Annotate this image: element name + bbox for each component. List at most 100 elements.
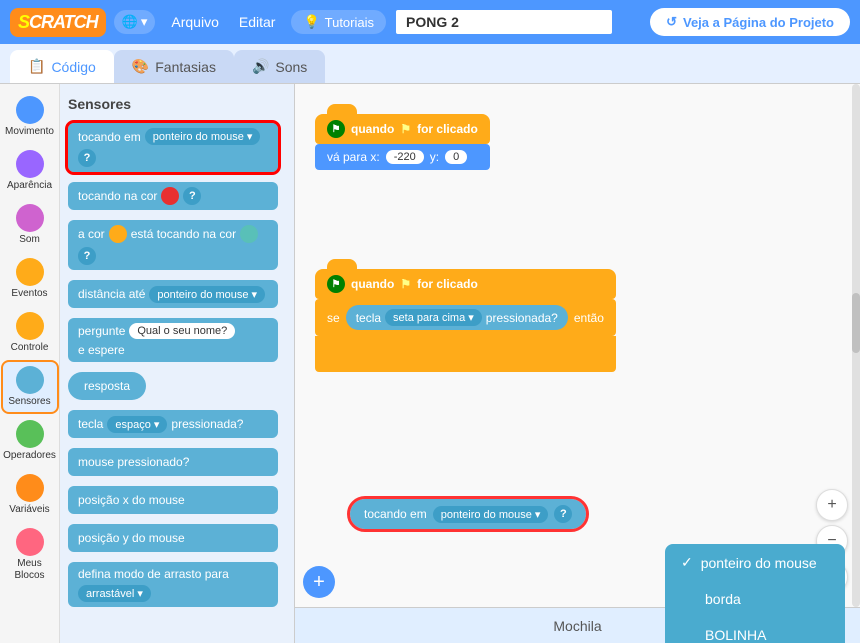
costume-icon: 🎨: [132, 58, 149, 75]
categoria-som-label: Som: [19, 234, 40, 246]
block-resposta[interactable]: resposta: [68, 372, 146, 400]
view-project-button[interactable]: ↺ Veja a Página do Projeto: [650, 8, 850, 36]
operadores-dot: [16, 420, 44, 448]
vertical-scrollbar[interactable]: [852, 84, 860, 607]
block-tocando-em[interactable]: tocando em ponteiro do mouse ▾ ?: [68, 123, 278, 172]
meus-blocos-dot: [16, 528, 44, 556]
block-tocando-na-cor[interactable]: tocando na cor ?: [68, 182, 278, 210]
control-se-block[interactable]: se tecla seta para cima ▾ pressionada? e…: [315, 299, 616, 336]
block-cor-tocando[interactable]: a cor está tocando na cor ?: [68, 220, 278, 270]
dropdown-tecla[interactable]: espaço ▾: [107, 416, 167, 433]
arquivo-menu[interactable]: Arquivo: [163, 10, 226, 34]
dropdown-distancia[interactable]: ponteiro do mouse ▾: [149, 286, 265, 303]
scrollbar-thumb[interactable]: [852, 293, 860, 353]
block-pergunte[interactable]: pergunte Qual o seu nome? e espere: [68, 318, 278, 362]
hat-block-2[interactable]: ⚑ quando ⚑ for clicado: [315, 269, 616, 299]
tutorials-button[interactable]: 💡 Tutoriais: [291, 10, 386, 34]
category-eventos[interactable]: Eventos: [3, 254, 57, 304]
block-mouse-pressionado[interactable]: mouse pressionado?: [68, 448, 278, 476]
categoria-variaveis-label: Variáveis: [9, 504, 49, 516]
block-distancia-row: distância até ponteiro do mouse ▾: [68, 277, 286, 311]
block-tocando-em-row: tocando em ponteiro do mouse ▾ ?: [68, 120, 286, 175]
color-swatch-teal[interactable]: [240, 225, 258, 243]
block-distancia-ate[interactable]: distância até ponteiro do mouse ▾: [68, 280, 278, 308]
category-controle[interactable]: Controle: [3, 308, 57, 358]
mochila-label: Mochila: [553, 618, 601, 634]
flag-icon-2: ⚑: [327, 275, 345, 293]
category-aparencia[interactable]: Aparência: [3, 146, 57, 196]
script-2: ⚑ quando ⚑ for clicado se tecla seta par…: [315, 269, 616, 372]
topbar-menu: Arquivo Editar: [163, 10, 283, 34]
control-body: [315, 336, 616, 372]
x-value-input[interactable]: -220: [386, 150, 424, 164]
refresh-icon: ↺: [666, 14, 677, 30]
block-posicao-x[interactable]: posição x do mouse: [68, 486, 278, 514]
block-tecla[interactable]: tecla espaço ▾ pressionada?: [68, 410, 278, 438]
categoria-movimento-label: Movimento: [5, 126, 54, 138]
dropdown-item-ponteiro[interactable]: ✓ ponteiro do mouse: [665, 544, 845, 581]
tab-fantasias[interactable]: 🎨 Fantasias: [114, 50, 234, 83]
dropdown-key[interactable]: seta para cima ▾: [385, 309, 482, 326]
motion-block-1[interactable]: vá para x: -220 y: 0: [315, 144, 490, 170]
eventos-dot: [16, 258, 44, 286]
code-icon: 📋: [28, 58, 45, 75]
color-swatch-red[interactable]: [161, 187, 179, 205]
script-area[interactable]: ⚑ quando ⚑ for clicado vá para x: -220 y…: [295, 84, 860, 643]
aparencia-dot: [16, 150, 44, 178]
sensing-tecla-inline[interactable]: tecla seta para cima ▾ pressionada?: [346, 305, 568, 330]
pergunte-input[interactable]: Qual o seu nome?: [129, 323, 235, 339]
categoria-meus-blocos-label: Meus Blocos: [7, 558, 53, 582]
color-swatch-orange[interactable]: [109, 225, 127, 243]
tab-sons[interactable]: 🔊 Sons: [234, 50, 325, 83]
y-value-input[interactable]: 0: [445, 150, 467, 164]
categoria-aparencia-label: Aparência: [7, 180, 52, 192]
dropdown-popup: ✓ ponteiro do mouse borda BOLINHA: [665, 544, 845, 643]
tab-codigo[interactable]: 📋 Código: [10, 50, 114, 83]
add-block-button[interactable]: +: [303, 566, 335, 598]
script-3: tocando em ponteiro do mouse ▾ ?: [350, 499, 586, 529]
blocks-panel-title: Sensores: [68, 96, 286, 112]
block-pergunte-row: pergunte Qual o seu nome? e espere: [68, 315, 286, 365]
category-variaveis[interactable]: Variáveis: [3, 470, 57, 520]
script-1: ⚑ quando ⚑ for clicado vá para x: -220 y…: [315, 114, 490, 170]
tabs-bar: 📋 Código 🎨 Fantasias 🔊 Sons: [0, 44, 860, 84]
scratch-logo: SCRATCH: [10, 8, 106, 37]
project-name-input[interactable]: [394, 8, 614, 36]
checkmark-icon: ✓: [681, 554, 693, 571]
block-posicao-y[interactable]: posição y do mouse: [68, 524, 278, 552]
main-area: Movimento Aparência Som Eventos Controle…: [0, 84, 860, 643]
globe-language-button[interactable]: 🌐 ▾: [114, 10, 156, 34]
dropdown-ponteiro[interactable]: ponteiro do mouse ▾: [145, 128, 261, 145]
som-dot: [16, 204, 44, 232]
block-tocando-na-cor-row: tocando na cor ?: [68, 179, 286, 213]
categoria-sensores-label: Sensores: [8, 396, 50, 408]
zoom-in-button[interactable]: +: [816, 489, 848, 521]
dropdown-item-bolinha[interactable]: BOLINHA: [665, 617, 845, 643]
chevron-down-icon: ▾: [141, 14, 148, 30]
category-operadores[interactable]: Operadores: [3, 416, 57, 466]
category-som[interactable]: Som: [3, 200, 57, 250]
block-cor-tocando-row: a cor está tocando na cor ?: [68, 217, 286, 273]
category-sensores[interactable]: Sensores: [3, 362, 57, 412]
hat-block-1[interactable]: ⚑ quando ⚑ for clicado: [315, 114, 490, 144]
blocks-panel: Sensores tocando em ponteiro do mouse ▾ …: [60, 84, 295, 643]
categoria-eventos-label: Eventos: [11, 288, 47, 300]
block-tecla-row: tecla espaço ▾ pressionada?: [68, 407, 286, 441]
topbar: SCRATCH 🌐 ▾ Arquivo Editar 💡 Tutoriais ↺…: [0, 0, 860, 44]
block-mouse-pressionado-row: mouse pressionado?: [68, 445, 286, 479]
sensing-tocando-em-script[interactable]: tocando em ponteiro do mouse ▾ ?: [350, 499, 586, 529]
category-movimento[interactable]: Movimento: [3, 92, 57, 142]
block-posicao-x-row: posição x do mouse: [68, 483, 286, 517]
movimento-dot: [16, 96, 44, 124]
sensores-dot: [16, 366, 44, 394]
sound-icon: 🔊: [252, 58, 269, 75]
category-meus-blocos[interactable]: Meus Blocos: [3, 524, 57, 586]
block-defina-modo[interactable]: defina modo de arrasto para arrastável ▾: [68, 562, 278, 607]
block-defina-modo-row: defina modo de arrasto para arrastável ▾: [68, 559, 286, 610]
categoria-operadores-label: Operadores: [3, 450, 56, 462]
dropdown-item-borda[interactable]: borda: [665, 581, 845, 617]
dropdown-ponteiro-script[interactable]: ponteiro do mouse ▾: [433, 506, 549, 523]
flag-icon-1: ⚑: [327, 120, 345, 138]
dropdown-arrasto[interactable]: arrastável ▾: [78, 585, 151, 602]
editar-menu[interactable]: Editar: [231, 10, 284, 34]
